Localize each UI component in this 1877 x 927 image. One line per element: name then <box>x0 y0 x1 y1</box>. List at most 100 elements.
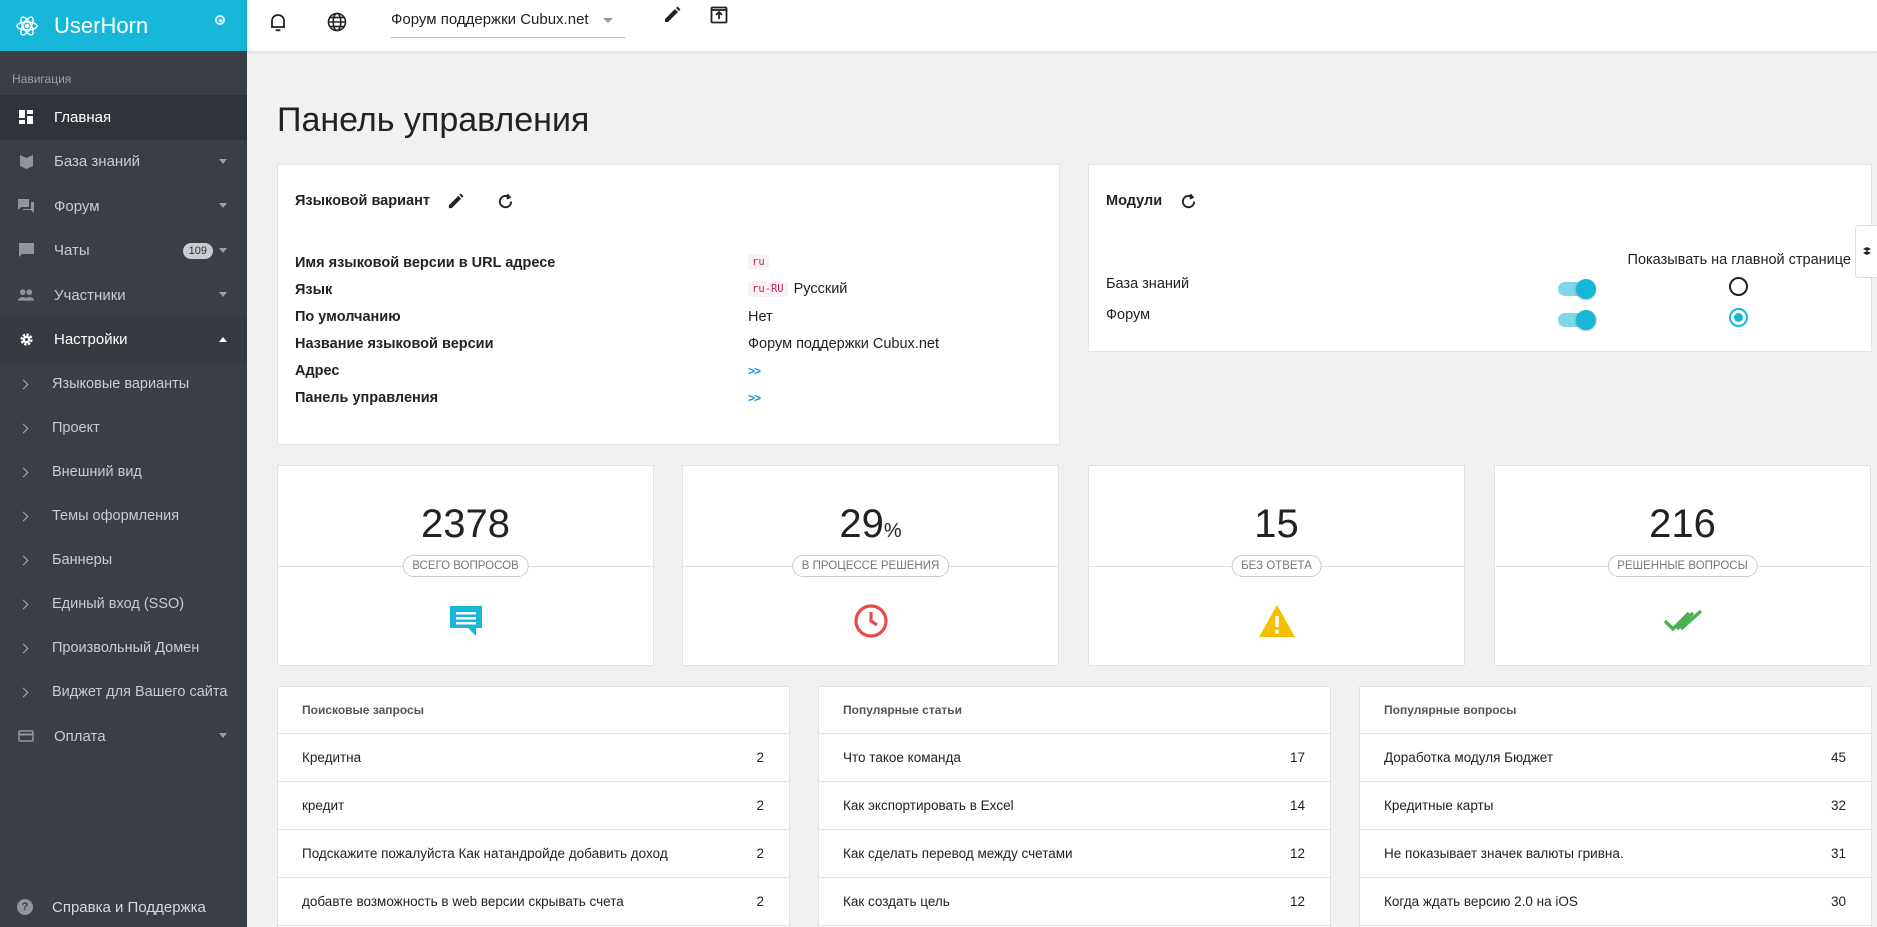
brand-name: UserHorn <box>54 12 149 38</box>
list-item-count: 12 <box>1289 894 1305 909</box>
help-support-link[interactable]: ? Справка и Поддержка <box>0 887 247 927</box>
chevron-right-icon <box>18 599 29 609</box>
project-select-value: Форум поддержки Cubux.net <box>391 11 589 28</box>
sidebar-sub-label: Единый вход (SSO) <box>52 596 185 612</box>
nav-menu: Главная База знаний Форум Чаты 109 Участ… <box>0 95 247 759</box>
list-item-label: Подскажите пожалуйста Как натандройде до… <box>302 846 668 861</box>
dropdown-arrow-icon <box>603 18 613 23</box>
stat-unit: % <box>883 520 902 542</box>
project-select[interactable]: Форум поддержки Cubux.net <box>391 8 625 38</box>
code-value: ru-RU <box>748 281 788 297</box>
sidebar-item-payment[interactable]: Оплата <box>0 714 247 759</box>
list-item[interactable]: Когда ждать версию 2.0 на iOS 30 <box>1360 878 1871 926</box>
sidebar-item-chats[interactable]: Чаты 109 <box>0 229 247 274</box>
caret-down-icon <box>219 733 227 738</box>
list-item[interactable]: Как сделать перевод между счетами 12 <box>819 830 1330 878</box>
stat-card-unanswered: 15 БЕЗ ОТВЕТА <box>1088 465 1465 666</box>
address-link[interactable]: >> <box>748 364 761 378</box>
settings-group: Настройки <box>0 317 247 363</box>
kv-key: По умолчанию <box>295 309 401 325</box>
sidebar-sub-language-variants[interactable]: Языковые варианты <box>0 362 247 406</box>
open-external-icon[interactable] <box>707 3 731 27</box>
list-item[interactable]: Как экспортировать в Excel 14 <box>819 782 1330 830</box>
module-label: Форум <box>1106 307 1151 323</box>
sidebar-item-knowledge-base[interactable]: База знаний <box>0 140 247 185</box>
sidebar-sub-custom-domain[interactable]: Произвольный Домен <box>0 626 247 670</box>
language-card-title: Языковой вариант <box>295 193 430 209</box>
module-enabled-toggle[interactable] <box>1558 310 1596 330</box>
sidebar-item-label: Участники <box>54 286 126 304</box>
stat-number: 29 <box>839 502 884 546</box>
list-item[interactable]: Как создать цель 12 <box>819 878 1330 926</box>
default-value: Нет <box>748 309 773 325</box>
list-item[interactable]: добавте возможность в web версии скрыват… <box>278 878 789 926</box>
sidebar-item-settings[interactable]: Настройки <box>0 318 247 363</box>
bell-icon[interactable] <box>266 10 290 34</box>
sidebar-item-members[interactable]: Участники <box>0 273 247 318</box>
dashboard-icon <box>18 109 34 125</box>
gear-icon <box>18 332 34 348</box>
sidebar-item-forum[interactable]: Форум <box>0 184 247 229</box>
list-title: Поисковые запросы <box>278 687 789 734</box>
kv-value: >> <box>748 391 761 405</box>
code-value: ru <box>748 254 769 270</box>
modules-card-title: Модули <box>1106 193 1163 209</box>
kv-value: >> <box>748 364 761 378</box>
show-on-main-radio[interactable] <box>1729 308 1748 327</box>
kv-key: Адрес <box>295 363 340 379</box>
version-name-value: Форум поддержки Cubux.net <box>748 336 939 352</box>
globe-icon[interactable] <box>325 10 349 34</box>
list-item-count: 12 <box>1289 846 1305 861</box>
stat-label: РЕШЕННЫЕ ВОПРОСЫ <box>1607 555 1758 577</box>
sidebar-sub-sso[interactable]: Единый вход (SSO) <box>0 582 247 626</box>
modules-card: Модули Показывать на главной странице Ба… <box>1088 164 1872 352</box>
search-queries-list: Поисковые запросы Кредитна 2 кредит 2 Подс… <box>277 686 790 927</box>
side-panel-tab[interactable] <box>1855 225 1877 278</box>
warning-icon <box>1257 601 1297 641</box>
list-item[interactable]: Доработка модуля Бюджет 45 <box>1360 734 1871 782</box>
sidebar-sub-themes[interactable]: Темы оформления <box>0 494 247 538</box>
list-item-label: Доработка модуля Бюджет <box>1384 750 1554 765</box>
list-item-label: Как сделать перевод между счетами <box>843 846 1073 861</box>
sidebar-item-home[interactable]: Главная <box>0 95 247 140</box>
pencil-icon[interactable] <box>444 189 468 213</box>
chat-icon <box>18 243 34 259</box>
sidebar-sub-banners[interactable]: Баннеры <box>0 538 247 582</box>
list-item[interactable]: Кредитна 2 <box>278 734 789 782</box>
page-title: Панель управления <box>277 101 590 139</box>
list-item-count: 2 <box>756 846 764 861</box>
atom-logo-icon <box>14 13 40 39</box>
dashboard-link[interactable]: >> <box>748 391 761 405</box>
sidebar-sub-label: Произвольный Домен <box>52 640 200 656</box>
list-item[interactable]: Подскажите пожалуйста Как натандройде до… <box>278 830 789 878</box>
refresh-icon[interactable] <box>494 189 518 213</box>
list-item[interactable]: Не показывает значек валюты гривна. 31 <box>1360 830 1871 878</box>
show-on-main-radio[interactable] <box>1729 277 1748 296</box>
caret-down-icon <box>219 158 227 164</box>
help-icon: ? <box>17 899 33 915</box>
list-item-label: кредит <box>302 798 345 813</box>
kv-key: Язык <box>295 282 333 298</box>
radio-indicator-icon[interactable] <box>215 15 225 25</box>
sidebar-sub-appearance[interactable]: Внешний вид <box>0 450 247 494</box>
sidebar-sub-project[interactable]: Проект <box>0 406 247 450</box>
sidebar: UserHorn Навигация Главная База знаний Ф… <box>0 0 247 927</box>
list-item-label: Как экспортировать в Excel <box>843 798 1014 813</box>
refresh-icon[interactable] <box>1176 189 1200 213</box>
sidebar-sub-label: Баннеры <box>52 552 113 568</box>
kv-key: Имя языковой версии в URL адресе <box>295 255 556 271</box>
list-item[interactable]: Кредитные карты 32 <box>1360 782 1871 830</box>
stat-number: 2378 <box>421 502 510 546</box>
sidebar-sub-widget[interactable]: Виджет для Вашего сайта <box>0 670 247 714</box>
sidebar-sub-label: Виджет для Вашего сайта <box>52 684 228 700</box>
list-item[interactable]: кредит 2 <box>278 782 789 830</box>
chevron-right-icon <box>18 687 29 697</box>
list-item-label: Кредитна <box>302 750 362 765</box>
module-enabled-toggle[interactable] <box>1558 279 1596 299</box>
kv-value: Форум поддержки Cubux.net <box>748 336 939 352</box>
brand[interactable]: UserHorn <box>0 0 247 51</box>
list-item-count: 45 <box>1830 750 1846 765</box>
pencil-icon[interactable] <box>660 3 684 27</box>
list-title: Популярные статьи <box>819 687 1330 734</box>
list-item[interactable]: Что такое команда 17 <box>819 734 1330 782</box>
